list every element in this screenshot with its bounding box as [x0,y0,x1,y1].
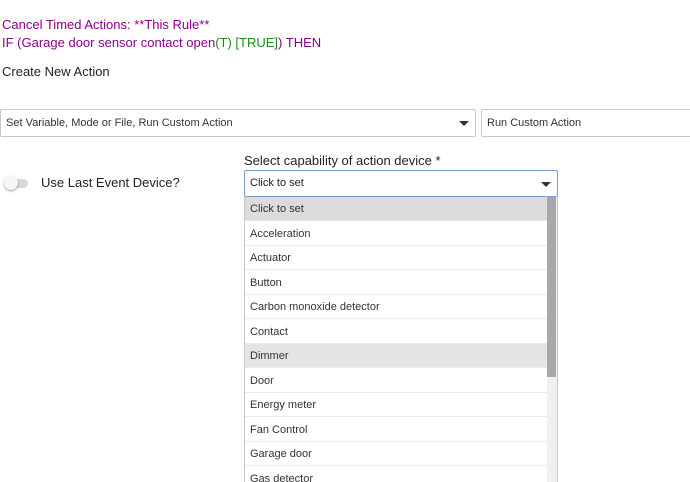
capability-option-actuator[interactable]: Actuator [245,246,547,270]
rule-machine-page: Cancel Timed Actions: **This Rule** IF (… [0,0,690,482]
capability-option-energy-meter[interactable]: Energy meter [245,393,547,417]
rule-if-true: [TRUE] [235,35,279,50]
custom-action-value: Run Custom Action [487,117,582,129]
capability-option-fan-control[interactable]: Fan Control [245,418,547,442]
chevron-down-icon [459,121,469,126]
custom-action-select[interactable]: Run Custom Action [481,109,690,137]
chevron-down-icon [541,182,551,187]
capability-label: Select capability of action device * [244,153,441,168]
use-last-event-device-toggle[interactable] [4,176,28,190]
rule-if-prefix: IF (Garage door sensor contact open [2,35,216,50]
capability-options-list[interactable]: Click to set Acceleration Actuator Butto… [244,197,558,482]
capability-option-door[interactable]: Door [245,369,547,393]
capability-option-button[interactable]: Button [245,271,547,295]
capability-option-garage-door[interactable]: Garage door [245,442,547,466]
rule-if-suffix: ) THEN [278,35,322,50]
rule-cancel-text: Cancel Timed Actions: **This Rule** [2,17,210,32]
rule-if-t: (T) [215,35,232,50]
use-last-event-device-label: Use Last Event Device? [41,175,180,190]
capability-option-dimmer[interactable]: Dimmer [245,344,547,368]
dropdown-scrollbar-thumb[interactable] [547,197,556,377]
capability-value: Click to set [250,177,304,189]
capability-option-carbon-monoxide-detector[interactable]: Carbon monoxide detector [245,295,547,319]
create-new-action-heading: Create New Action [2,64,110,79]
dropdown-scrollbar[interactable] [547,197,557,482]
action-type-select[interactable]: Set Variable, Mode or File, Run Custom A… [0,109,476,137]
rule-cancel-line: Cancel Timed Actions: **This Rule** [2,17,209,33]
action-type-value: Set Variable, Mode or File, Run Custom A… [6,117,233,129]
capability-select[interactable]: Click to set [244,170,558,197]
rule-if-line: IF (Garage door sensor contact open(T) [… [2,35,321,51]
capability-option-contact[interactable]: Contact [245,320,547,344]
capability-option-acceleration[interactable]: Acceleration [245,222,547,246]
capability-option-gas-detector[interactable]: Gas detector [245,467,547,482]
toggle-knob [4,176,18,190]
capability-option-click-to-set[interactable]: Click to set [245,197,547,221]
